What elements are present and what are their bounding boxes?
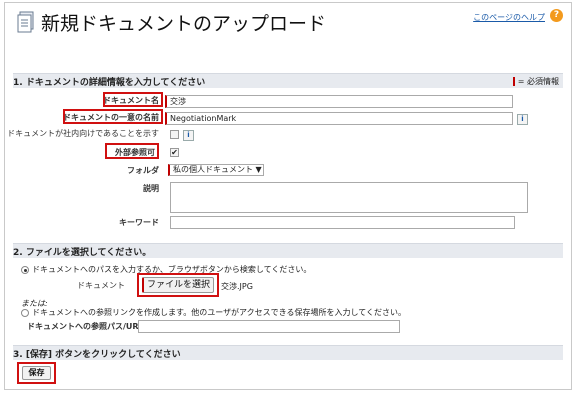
- unique-name-info-icon[interactable]: i: [517, 114, 528, 125]
- save-button[interactable]: 保存: [22, 366, 51, 380]
- section-2-title: 2. ファイルを選択してください。: [13, 248, 152, 258]
- required-legend: = 必須情報: [512, 76, 559, 87]
- document-icon: [17, 11, 34, 33]
- doc-name-input[interactable]: 交渉: [165, 95, 513, 108]
- upload-file-radio[interactable]: [21, 266, 29, 274]
- help-icon[interactable]: ?: [550, 9, 563, 22]
- internal-checkbox[interactable]: [170, 130, 179, 139]
- reference-path-label: ドキュメントへの参照パス/URL: [27, 322, 144, 331]
- doc-name-label: ドキュメント名: [103, 96, 159, 105]
- description-label: 説明: [143, 184, 159, 193]
- section-3-title: 3. [保存] ボタンをクリックしてください: [13, 350, 181, 360]
- keywords-input[interactable]: [170, 216, 515, 229]
- required-marker: [512, 77, 515, 86]
- internal-info-icon[interactable]: i: [183, 130, 194, 141]
- folder-label: フォルダ: [127, 166, 159, 175]
- keywords-label: キーワード: [119, 218, 159, 227]
- external-label: 外部参照可: [115, 148, 155, 157]
- internal-label: ドキュメントが社内向けであることを示す: [7, 129, 159, 138]
- selected-file-name: 交渉.JPG: [221, 282, 253, 291]
- document-label: ドキュメント: [77, 281, 125, 290]
- chevron-down-icon: ▼: [255, 165, 262, 174]
- page-title: 新規ドキュメントのアップロード: [41, 13, 327, 35]
- reference-link-radio[interactable]: [21, 309, 29, 317]
- description-textarea[interactable]: [170, 182, 528, 213]
- choose-file-button[interactable]: ファイルを選択: [142, 277, 214, 293]
- reference-path-input[interactable]: [138, 320, 400, 333]
- external-checkbox[interactable]: ✔: [170, 148, 179, 157]
- section-1-title: 1. ドキュメントの詳細情報を入力してください: [13, 78, 206, 88]
- reference-link-option-text: ドキュメントへの参照リンクを作成します。他のユーザがアクセスできる保存場所を入力…: [32, 308, 406, 317]
- upload-page: 新規ドキュメントのアップロード このページのヘルプ ? 1. ドキュメントの詳細…: [4, 2, 572, 390]
- unique-name-label: ドキュメントの一意の名前: [63, 113, 159, 122]
- folder-select[interactable]: 私の個人ドキュメント ▼: [168, 164, 264, 176]
- help-link[interactable]: このページのヘルプ: [473, 12, 545, 23]
- unique-name-input[interactable]: NegotiationMark: [165, 112, 513, 125]
